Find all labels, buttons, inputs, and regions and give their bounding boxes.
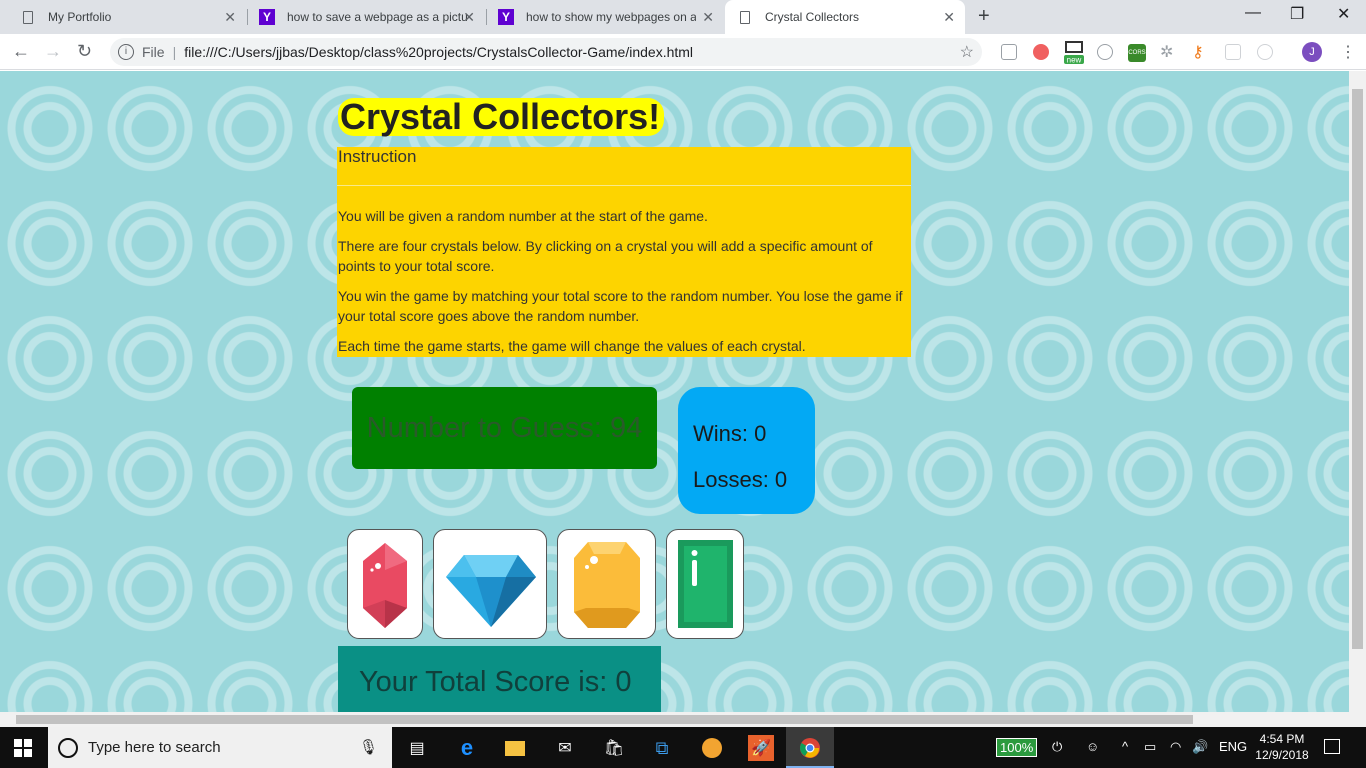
instruction-paragraph: Each time the game starts, the game will… [338, 338, 806, 354]
number-to-guess: Number to Guess: 94 [352, 387, 657, 469]
browser-toolbar: ← → ↻ i File | file:///C:/Users/jjbas/De… [0, 34, 1366, 70]
document-icon [20, 9, 36, 25]
instruction-paragraph: You will be given a random number at the… [338, 208, 708, 224]
scrollbar-thumb[interactable] [1352, 89, 1363, 649]
tab-crystal-collectors[interactable]: Crystal Collectors ✕ [725, 0, 965, 34]
green-emerald-icon [678, 540, 733, 628]
forward-icon[interactable]: → [44, 41, 62, 62]
close-icon[interactable]: ✕ [224, 9, 236, 26]
extension-icon[interactable] [1033, 44, 1049, 60]
divider: | [172, 44, 177, 60]
total-score: Your Total Score is: 0 [338, 646, 661, 712]
tab-save-webpage[interactable]: Y how to save a webpage as a pictu ✕ [247, 0, 485, 34]
cors-extension-icon[interactable]: CORS [1128, 44, 1146, 62]
scrollbar-thumb[interactable] [16, 715, 1193, 724]
document-icon [737, 9, 753, 25]
microphone-icon[interactable]: 🎙 [359, 738, 378, 756]
crystal-button-blue[interactable] [433, 529, 547, 639]
vertical-scrollbar[interactable] [1349, 71, 1366, 712]
url-text[interactable]: file:///C:/Users/jjbas/Desktop/class%20p… [184, 44, 693, 60]
info-icon[interactable]: i [118, 44, 134, 60]
tab-label: Crystal Collectors [765, 10, 860, 24]
page-viewport: Crystal Collectors! Instruction You will… [0, 71, 1349, 712]
clock-time: 4:54 PM [1259, 732, 1305, 746]
new-tab-icon[interactable]: + [978, 5, 990, 28]
close-icon[interactable]: ✕ [702, 9, 714, 26]
close-icon[interactable]: ✕ [943, 9, 955, 26]
horizontal-scrollbar[interactable] [0, 712, 1366, 727]
edge-icon[interactable]: e [454, 735, 480, 761]
task-view-icon[interactable]: ▤ [404, 735, 430, 761]
scheme-label: File [142, 44, 165, 60]
extension-icon[interactable] [1097, 44, 1113, 60]
language-indicator[interactable]: ENG [1219, 739, 1247, 754]
chrome-icon[interactable] [797, 735, 823, 761]
windows-taskbar: Type here to search 🎙 ▤ e ✉ 🛍 ⧉ 🚀 100% ⏻… [0, 727, 1366, 768]
crystal-button-yellow[interactable] [557, 529, 656, 639]
extension-icon[interactable] [1225, 44, 1241, 60]
crystal-button-green[interactable] [666, 529, 744, 639]
yellow-gem-icon [574, 542, 640, 628]
star-icon[interactable]: ☆ [960, 42, 974, 62]
profile-avatar[interactable]: J [1302, 42, 1322, 62]
stats-panel: Wins: 0 Losses: 0 [678, 387, 815, 514]
wins-counter: Wins: 0 [693, 421, 767, 446]
key-icon[interactable]: ⚷ [1192, 42, 1208, 61]
mail-icon[interactable]: ✉ [552, 735, 578, 761]
taskbar-search[interactable]: Type here to search 🎙 [48, 727, 392, 768]
clock-date: 12/9/2018 [1255, 748, 1309, 762]
extension-icon[interactable] [1001, 44, 1017, 60]
wifi-icon[interactable]: ◠ [1170, 739, 1181, 755]
menu-icon[interactable]: ⋮ [1340, 42, 1356, 62]
cortana-icon [58, 737, 78, 758]
people-icon[interactable]: ☺ [1086, 739, 1099, 754]
crystal-button-red[interactable] [347, 529, 423, 639]
back-icon[interactable]: ← [12, 41, 30, 62]
battery-percentage[interactable]: 100% [996, 738, 1038, 757]
tab-label: My Portfolio [48, 10, 112, 24]
tab-strip: My Portfolio ✕ Y how to save a webpage a… [0, 0, 1366, 34]
restore-icon[interactable]: ❐ [1290, 4, 1304, 24]
file-explorer-icon[interactable] [502, 735, 528, 761]
extension-icon[interactable]: ✲ [1160, 42, 1176, 61]
extension-icon[interactable] [1257, 44, 1273, 60]
yahoo-icon: Y [498, 9, 514, 25]
chevron-up-icon[interactable]: ^ [1122, 739, 1128, 754]
minimize-icon[interactable]: — [1245, 4, 1261, 22]
close-window-icon[interactable]: ✕ [1337, 4, 1350, 24]
search-placeholder: Type here to search [88, 739, 221, 756]
reload-icon[interactable]: ↻ [77, 41, 92, 62]
rocket-icon[interactable]: 🚀 [748, 735, 774, 761]
losses-counter: Losses: 0 [693, 467, 788, 492]
yahoo-icon: Y [259, 9, 275, 25]
battery-icon[interactable]: ▭ [1144, 739, 1156, 755]
system-clock[interactable]: 4:54 PM 12/9/2018 [1254, 731, 1310, 763]
extension-new-icon[interactable]: new [1064, 40, 1084, 66]
blue-diamond-icon [446, 555, 536, 627]
close-icon[interactable]: ✕ [463, 9, 475, 26]
extension-badge: new [1067, 56, 1082, 65]
volume-icon[interactable]: 🔊 [1192, 739, 1208, 755]
notifications-icon[interactable] [1324, 739, 1340, 754]
browser-icon[interactable] [699, 735, 725, 761]
red-crystal-icon [363, 543, 407, 628]
page-title: Crystal Collectors! [338, 98, 665, 136]
windows-start-icon[interactable] [14, 739, 32, 757]
vscode-icon[interactable]: ⧉ [649, 735, 675, 761]
instructions-panel: Instruction You will be given a random n… [337, 147, 911, 357]
store-icon[interactable]: 🛍 [601, 735, 627, 761]
tab-label: how to save a webpage as a pictu [287, 10, 467, 24]
tab-label: how to show my webpages on a [526, 10, 696, 24]
address-bar[interactable]: i File | file:///C:/Users/jjbas/Desktop/… [110, 38, 982, 66]
instruction-paragraph: There are four crystals below. By clicki… [338, 238, 873, 274]
power-icon[interactable]: ⏻ [1052, 739, 1062, 755]
instruction-paragraph: You win the game by matching your total … [338, 288, 903, 324]
tab-show-webpages[interactable]: Y how to show my webpages on a ✕ [486, 0, 724, 34]
tab-my-portfolio[interactable]: My Portfolio ✕ [8, 0, 246, 34]
instructions-heading: Instruction [337, 147, 911, 186]
